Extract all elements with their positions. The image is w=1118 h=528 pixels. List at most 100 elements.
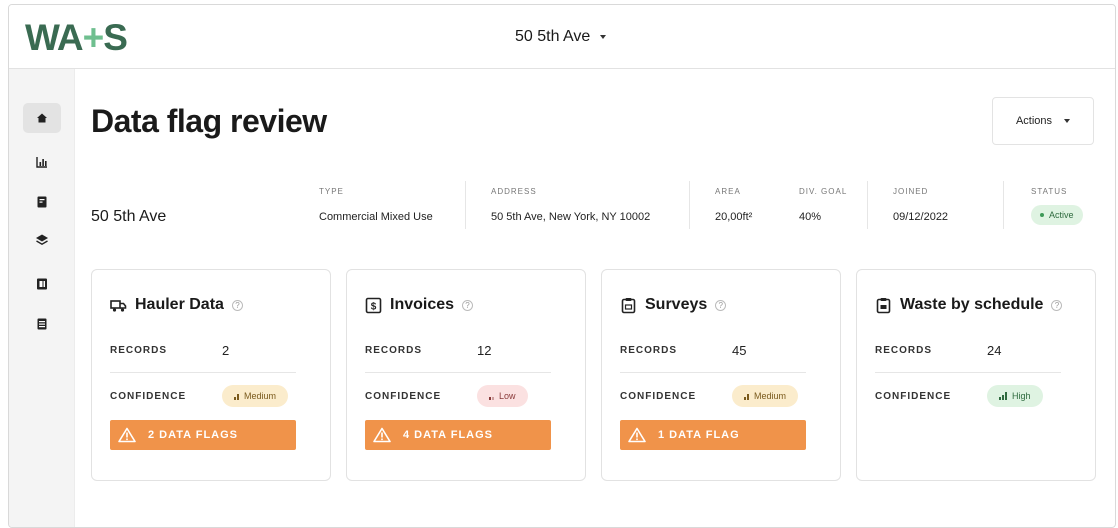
records-value: 2 <box>222 343 230 358</box>
divider <box>875 372 1061 373</box>
sidebar-item-layers[interactable] <box>23 225 61 255</box>
confidence-value: Low <box>499 391 516 401</box>
card-title-label: Invoices <box>390 296 455 313</box>
signal-bars-icon <box>489 392 494 400</box>
sidebar-item-documents[interactable] <box>23 187 61 217</box>
help-icon[interactable]: ? <box>231 299 243 311</box>
actions-button-label: Actions <box>1015 115 1053 127</box>
meta-address: Address 50 5th Ave, New York, NY 10002 <box>491 187 650 231</box>
svg-text:$: $ <box>371 301 377 312</box>
records-value: 12 <box>477 343 492 358</box>
confidence-label: CONFIDENCE <box>875 391 952 402</box>
divider <box>689 181 690 229</box>
chevron-down-icon <box>1064 119 1071 123</box>
meta-type: Type Commercial Mixed Use <box>319 187 433 231</box>
status-badge: Active <box>1031 205 1083 225</box>
layers-icon <box>36 234 48 246</box>
confidence-badge: High <box>987 385 1043 407</box>
records-label: RECORDS <box>365 345 423 356</box>
schedule-icon <box>876 297 891 313</box>
card-title: Waste by schedule ? <box>875 296 1063 314</box>
divider <box>110 372 296 373</box>
meta-label: Joined <box>893 187 929 196</box>
sidebar-item-home[interactable] <box>23 103 61 133</box>
data-flags-label: 2 DATA FLAGS <box>148 429 239 441</box>
confidence-label: CONFIDENCE <box>365 391 442 402</box>
data-flags-label: 1 DATA FLAG <box>658 429 740 441</box>
meta-value: 20,00ft² <box>715 211 753 223</box>
confidence-value: High <box>1012 391 1031 401</box>
meta-label: Address <box>491 187 537 196</box>
data-flags-button[interactable]: 2 DATA FLAGS <box>110 420 296 450</box>
card-hauler-data[interactable]: Hauler Data ? RECORDS 2 CONFIDENCE Mediu… <box>91 269 331 481</box>
actions-button[interactable]: Actions <box>992 97 1094 145</box>
page-title: Data flag review <box>91 103 327 139</box>
help-icon[interactable]: ? <box>1051 299 1063 311</box>
card-title: Surveys ? <box>620 296 727 314</box>
sidebar-item-files[interactable] <box>23 309 61 339</box>
wats-logo[interactable]: WA+S <box>25 17 128 59</box>
invoice-icon: $ <box>365 297 382 313</box>
card-title: Hauler Data ? <box>110 296 243 314</box>
meta-area: Area 20,00ft² <box>715 187 752 231</box>
help-icon[interactable]: ? <box>462 299 474 311</box>
truck-icon <box>110 299 127 312</box>
top-bar: WA+S 50 5th Ave <box>9 5 1115 69</box>
warning-icon <box>628 427 646 443</box>
signal-bars-icon <box>234 392 239 400</box>
sidebar <box>9 69 75 527</box>
chart-icon <box>36 157 47 168</box>
meta-value: 50 5th Ave, New York, NY 10002 <box>491 211 651 223</box>
meta-label: Div. goal <box>799 187 848 196</box>
card-title-label: Hauler Data <box>135 296 224 313</box>
sidebar-item-billing[interactable] <box>23 269 61 299</box>
status-badge-label: Active <box>1049 210 1074 220</box>
help-icon[interactable]: ? <box>715 299 727 311</box>
confidence-label: CONFIDENCE <box>110 391 187 402</box>
clipboard-icon <box>621 297 636 313</box>
divider <box>867 181 868 229</box>
meta-label: Area <box>715 187 741 196</box>
meta-label: Type <box>319 187 344 196</box>
records-value: 24 <box>987 343 1002 358</box>
confidence-badge: Medium <box>222 385 289 407</box>
chevron-down-icon <box>600 35 607 39</box>
site-selector[interactable]: 50 5th Ave <box>515 28 607 46</box>
meta-value: 40% <box>799 211 822 223</box>
meta-status: Status Active <box>1031 187 1083 231</box>
records-value: 45 <box>732 343 747 358</box>
data-flags-label: 4 DATA FLAGS <box>403 429 494 441</box>
main-content: Data flag review Actions 50 5th Ave Type… <box>75 69 1115 527</box>
card-title: $ Invoices ? <box>365 296 474 314</box>
home-icon <box>37 113 47 123</box>
divider <box>620 372 806 373</box>
meta-label: Status <box>1031 187 1068 196</box>
sidebar-item-reports[interactable] <box>23 147 61 177</box>
records-label: RECORDS <box>620 345 678 356</box>
divider <box>1003 181 1004 229</box>
app-window: WA+S 50 5th Ave Data flag review Actions <box>8 4 1116 528</box>
data-flags-button[interactable]: 1 DATA FLAG <box>620 420 806 450</box>
divider <box>365 372 551 373</box>
records-label: RECORDS <box>110 345 168 356</box>
card-title-label: Waste by schedule <box>900 296 1044 313</box>
signal-bars-icon <box>744 392 749 400</box>
card-invoices[interactable]: $ Invoices ? RECORDS 12 CONFIDENCE Low 4… <box>346 269 586 481</box>
confidence-badge: Low <box>477 385 528 407</box>
site-selector-label: 50 5th Ave <box>515 28 591 45</box>
card-waste-by-schedule[interactable]: Waste by schedule ? RECORDS 24 CONFIDENC… <box>856 269 1096 481</box>
confidence-badge: Medium <box>732 385 799 407</box>
meta-value: 09/12/2022 <box>893 211 949 223</box>
confidence-label: CONFIDENCE <box>620 391 697 402</box>
divider <box>465 181 466 229</box>
meta-div-goal: Div. goal 40% <box>799 187 847 231</box>
card-title-label: Surveys <box>645 296 708 313</box>
data-flags-button[interactable]: 4 DATA FLAGS <box>365 420 551 450</box>
site-name: 50 5th Ave <box>91 208 167 225</box>
document-icon <box>37 196 47 208</box>
card-surveys[interactable]: Surveys ? RECORDS 45 CONFIDENCE Medium 1… <box>601 269 841 481</box>
warning-icon <box>373 427 391 443</box>
confidence-value: Medium <box>754 391 787 401</box>
warning-icon <box>118 427 136 443</box>
confidence-value: Medium <box>244 391 277 401</box>
